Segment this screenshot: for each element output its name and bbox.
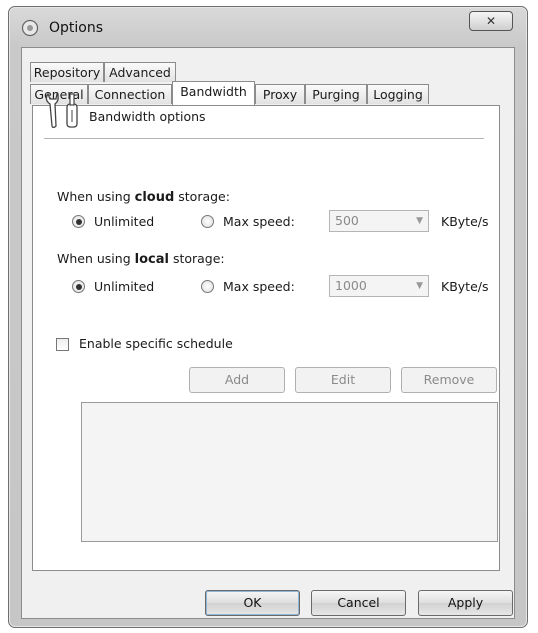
close-icon: ✕ [485,14,497,28]
header-separator [44,138,484,140]
tab-advanced[interactable]: Advanced [104,62,176,82]
wrench-icon [45,92,78,129]
cloud-max-speed-label[interactable]: Max speed: [223,214,295,229]
chevron-down-icon: ▼ [416,216,423,226]
tab-connection[interactable]: Connection [88,84,172,104]
title-bar[interactable]: Options ✕ [9,7,527,41]
chevron-down-icon: ▼ [416,281,423,291]
tab-bandwidth[interactable]: Bandwidth [172,81,255,105]
edit-schedule-button[interactable]: Edit [295,367,391,393]
cloud-unit-label: KByte/s [441,214,489,229]
remove-schedule-button[interactable]: Remove [401,367,497,393]
ok-button[interactable]: OK [205,590,300,616]
cancel-button[interactable]: Cancel [311,590,406,616]
local-max-speed-value: 1000 [335,278,367,293]
schedule-list[interactable] [81,402,498,542]
options-app-icon [21,19,39,37]
apply-button[interactable]: Apply [418,590,513,616]
cloud-max-speed-value: 500 [335,213,359,228]
enable-schedule-checkbox[interactable] [56,338,69,351]
local-max-speed-label[interactable]: Max speed: [223,279,295,294]
local-unit-label: KByte/s [441,279,489,294]
local-max-speed-radio[interactable] [201,280,214,293]
cloud-storage-label: When using cloud storage: [57,189,230,205]
options-dialog: Options ✕ Repository Advanced General Co… [8,6,528,628]
window-title: Options [49,20,104,36]
tab-proxy[interactable]: Proxy [255,84,305,104]
tab-repository[interactable]: Repository [30,62,104,82]
cloud-unlimited-label[interactable]: Unlimited [94,214,154,229]
local-unlimited-label[interactable]: Unlimited [94,279,154,294]
cloud-unlimited-radio[interactable] [72,215,85,228]
cloud-max-speed-select[interactable]: 500 ▼ [329,210,429,232]
tab-logging[interactable]: Logging [367,84,429,104]
close-button[interactable]: ✕ [469,11,513,31]
add-schedule-button[interactable]: Add [189,367,285,393]
cloud-max-speed-radio[interactable] [201,215,214,228]
bandwidth-options-label: Bandwidth options [89,109,206,124]
tab-purging[interactable]: Purging [305,84,367,104]
local-storage-label: When using local storage: [57,251,225,267]
local-unlimited-radio[interactable] [72,280,85,293]
enable-schedule-label[interactable]: Enable specific schedule [79,336,233,351]
local-max-speed-select[interactable]: 1000 ▼ [329,275,429,297]
